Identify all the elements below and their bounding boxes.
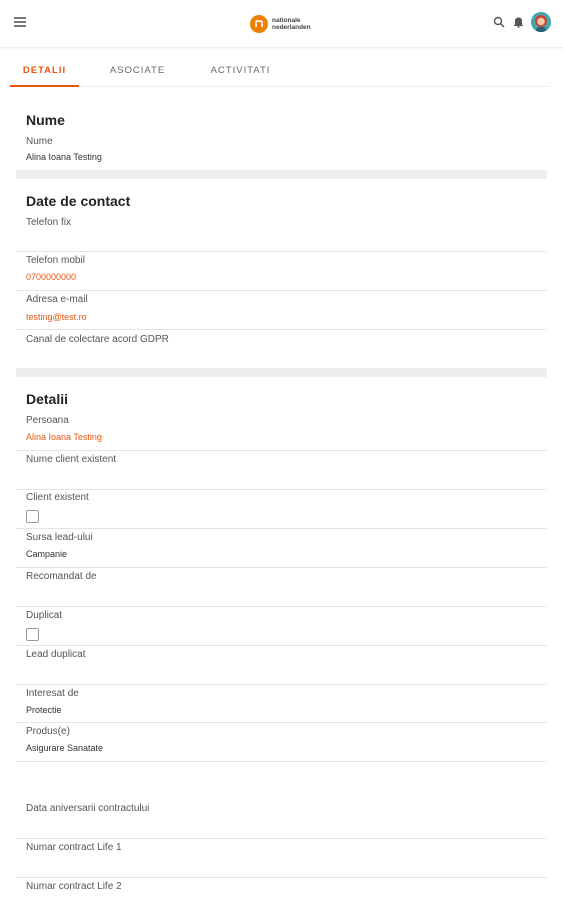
field-numar-contract-life-1[interactable]: Numar contract Life 1 (16, 839, 547, 878)
field-label: Telefon mobil (26, 255, 85, 266)
top-bar: nationale nederlanden (0, 0, 563, 48)
tab-asociate[interactable]: ASOCIATE (100, 58, 175, 85)
field-lead-duplicat[interactable]: Lead duplicat (16, 646, 547, 685)
logo-mark (250, 15, 268, 33)
field-telefon-fix[interactable]: Telefon fix (16, 214, 547, 252)
field-label: Produs(e) (26, 726, 70, 737)
section-separator (16, 170, 547, 179)
field-label: Adresa e-mail (26, 294, 88, 305)
section-title-contact: Date de contact (26, 193, 131, 209)
field-label: Numar contract Life 1 (26, 842, 122, 853)
field-label: Client existent (26, 492, 89, 503)
section-separator (16, 368, 547, 377)
field-data-aniversarii[interactable]: Data aniversarii contractului (16, 762, 547, 839)
field-label: Data aniversarii contractului (26, 803, 150, 814)
field-value: Alina Ioana Testing (26, 152, 102, 162)
field-nume: Nume Alina Ioana Testing (16, 133, 547, 171)
field-gdpr[interactable]: Canal de colectare acord GDPR (16, 330, 547, 368)
field-label: Telefon fix (26, 217, 72, 228)
phone-link[interactable]: 0700000000 (26, 272, 76, 282)
field-produse[interactable]: Produs(e) Asigurare Sanatate (16, 723, 547, 762)
field-label: Lead duplicat (26, 649, 86, 660)
field-interesat-de[interactable]: Interesat de Protectie (16, 685, 547, 723)
email-link[interactable]: testing@test.ro (26, 312, 87, 322)
client-existent-checkbox[interactable] (26, 510, 39, 523)
field-client-existent: Client existent (16, 490, 547, 529)
user-avatar[interactable] (531, 12, 551, 32)
logo-line-2: nederlanden (272, 24, 311, 31)
field-sursa-lead[interactable]: Sursa lead-ului Campanie (16, 529, 547, 568)
tab-detalii[interactable]: DETALII (10, 58, 79, 87)
logo-text: nationale nederlanden (272, 17, 311, 31)
field-label: Recomandat de (26, 571, 97, 582)
search-icon[interactable] (492, 15, 506, 29)
field-label: Numar contract Life 2 (26, 881, 122, 892)
field-nume-client-existent[interactable]: Nume client existent (16, 451, 547, 490)
field-label: Interesat de (26, 688, 79, 699)
field-label: Nume client existent (26, 454, 117, 465)
field-label: Duplicat (26, 610, 63, 621)
field-telefon-mobil[interactable]: Telefon mobil 0700000000 (16, 252, 547, 291)
field-recomandat-de[interactable]: Recomandat de (16, 568, 547, 607)
field-label: Nume (26, 136, 53, 147)
field-email[interactable]: Adresa e-mail testing@test.ro (16, 291, 547, 330)
persoana-link[interactable]: Alina Ioana Testing (26, 432, 102, 442)
logo-line-1: nationale (272, 17, 301, 24)
tab-bar: DETALII ASOCIATE ACTIVITATI (10, 58, 550, 87)
field-value: Protectie (26, 705, 62, 715)
field-label: Canal de colectare acord GDPR (26, 334, 169, 345)
bell-icon[interactable] (511, 15, 525, 29)
field-duplicat: Duplicat (16, 607, 547, 646)
field-numar-contract-life-2[interactable]: Numar contract Life 2 (16, 878, 547, 900)
section-title-detalii: Detalii (26, 391, 69, 407)
duplicat-checkbox[interactable] (26, 628, 39, 641)
field-persoana[interactable]: Persoana Alina Ioana Testing (16, 412, 547, 451)
field-value: Campanie (26, 549, 68, 559)
menu-icon[interactable] (14, 17, 26, 27)
brand-logo: nationale nederlanden (250, 13, 311, 35)
section-title-nume: Nume (26, 112, 65, 128)
tab-activitati[interactable]: ACTIVITATI (198, 58, 283, 85)
field-value: Asigurare Sanatate (26, 743, 104, 753)
field-label: Persoana (26, 415, 69, 426)
field-label: Sursa lead-ului (26, 532, 93, 543)
